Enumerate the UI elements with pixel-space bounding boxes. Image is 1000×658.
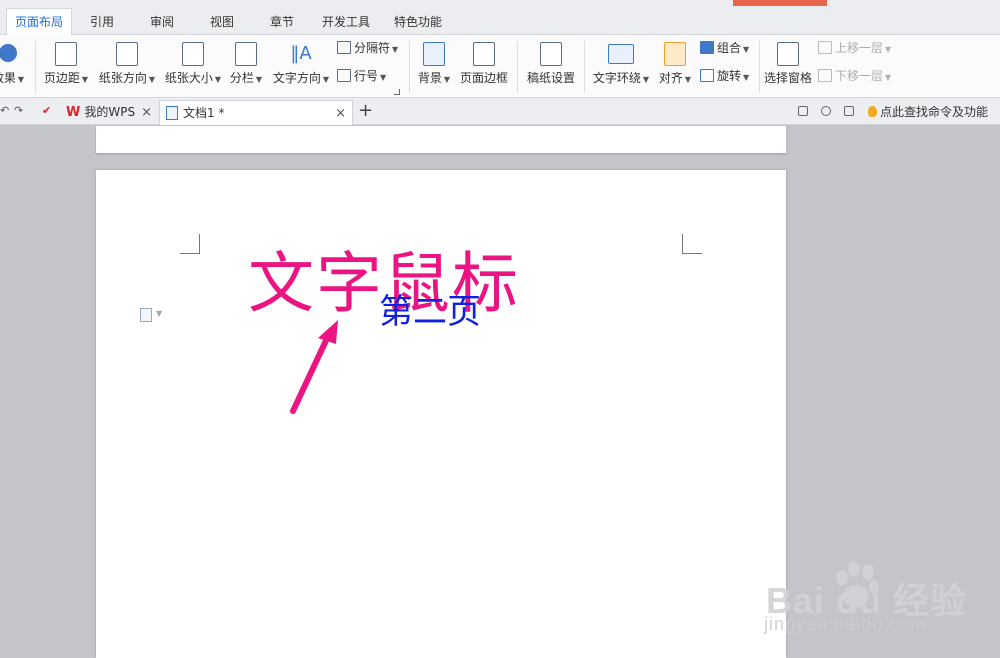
text-direction-icon: ‖A (290, 43, 312, 64)
send-backward-icon (818, 69, 832, 82)
line-number-icon (337, 69, 351, 82)
text-wrap-button[interactable]: 文字环绕 ▼ (590, 35, 652, 97)
text-wrap-label: 文字环绕 (592, 71, 641, 85)
bring-forward-button[interactable]: 上移一层 ▼ (818, 39, 891, 57)
effects-icon (0, 44, 17, 62)
selection-pane-button[interactable]: 选择窗格 (763, 35, 813, 97)
background-label: 背景 (417, 71, 442, 85)
page-text[interactable]: 第二页 (379, 292, 481, 333)
window-icon[interactable] (798, 106, 808, 116)
align-button[interactable]: 对齐 ▼ (656, 35, 694, 97)
align-label: 对齐 (658, 71, 683, 85)
watermark-url: jingyan.baidu.com (764, 614, 927, 634)
new-tab-icon[interactable]: + (358, 100, 373, 121)
columns-button[interactable]: 分栏 ▼ (228, 35, 264, 97)
rotate-button[interactable]: 旋转 ▼ (700, 67, 749, 85)
text-direction-button[interactable]: ‖A 文字方向 ▼ (270, 35, 332, 97)
bring-forward-icon (818, 41, 832, 54)
align-icon (664, 42, 686, 66)
find-command-label: 点此查找命令及功能 (880, 105, 989, 119)
tab-document1-label: 文档1 * (183, 106, 225, 120)
text-wrap-icon (608, 44, 634, 64)
page-size-button[interactable]: 纸张大小 ▼ (162, 35, 224, 97)
page-size-label: 纸张大小 (164, 71, 213, 85)
separator-button[interactable]: 分隔符 ▼ (337, 39, 398, 57)
close-icon[interactable]: × (335, 101, 346, 126)
group-label: 组合 (717, 41, 742, 55)
watermark: Bai du 经验 jingyan.baidu.com (762, 560, 992, 650)
selection-pane-icon (777, 42, 799, 66)
ribbon: 效果▼ 页边距▼ 纸张方向▼ 纸张大小▼ 分栏▼ ‖A 文字方向▼ 分隔符▼ 行… (0, 35, 1000, 98)
page-size-icon (182, 42, 204, 66)
group-icon (700, 41, 714, 54)
redo-icon[interactable]: ↷ (14, 104, 23, 117)
title-accent-strip (733, 0, 827, 6)
orientation-label: 纸张方向 (98, 71, 147, 85)
selection-pane-label: 选择窗格 (763, 71, 812, 85)
undo-icon[interactable]: ↶ (0, 104, 9, 117)
rotate-icon (700, 69, 714, 82)
tab-references[interactable]: 引用 (82, 9, 122, 35)
tab-section[interactable]: 章节 (262, 9, 302, 35)
previous-page[interactable] (96, 126, 786, 153)
orientation-button[interactable]: 纸张方向 ▼ (96, 35, 158, 97)
chevron-down-icon[interactable]: ▼ (156, 309, 162, 318)
columns-label: 分栏 (229, 71, 254, 85)
tab-view[interactable]: 视图 (202, 9, 242, 35)
paragraph-icon[interactable] (140, 308, 152, 322)
wps-logo-icon: W (66, 105, 81, 120)
page-border-button[interactable]: 页面边框 (458, 35, 510, 97)
text-direction-label: 文字方向 (272, 71, 321, 85)
separator-icon (337, 41, 351, 54)
rotate-label: 旋转 (717, 69, 742, 83)
document-icon (166, 106, 178, 120)
manuscript-button[interactable]: 稿纸设置 (523, 35, 579, 97)
find-command-box[interactable]: 点此查找命令及功能 (868, 103, 988, 120)
margins-button[interactable]: 页边距 ▼ (42, 35, 90, 97)
send-backward-label: 下移一层 (835, 69, 884, 83)
orientation-icon (116, 42, 138, 66)
tab-special-features[interactable]: 特色功能 (386, 9, 450, 35)
margins-icon (55, 42, 77, 66)
group-button[interactable]: 组合 ▼ (700, 39, 749, 57)
manuscript-label: 稿纸设置 (526, 71, 575, 85)
margins-label: 页边距 (43, 71, 80, 85)
bring-forward-label: 上移一层 (835, 41, 884, 55)
manuscript-icon (540, 42, 562, 66)
comment-icon[interactable] (844, 106, 854, 116)
line-number-button[interactable]: 行号 ▼ (337, 67, 386, 85)
dialog-launcher-icon[interactable] (394, 89, 400, 95)
arrow-icon (290, 320, 338, 414)
page-border-icon (473, 42, 495, 66)
customize-toolbar-icon[interactable]: ✔ (42, 104, 51, 117)
tab-developer[interactable]: 开发工具 (314, 9, 378, 35)
crop-mark-left (180, 234, 200, 254)
line-number-label: 行号 (354, 69, 379, 83)
menu-bar: 页面布局 引用 审阅 视图 章节 开发工具 特色功能 (0, 0, 1000, 36)
separator-label: 分隔符 (354, 41, 391, 55)
close-icon[interactable]: × (141, 100, 152, 125)
crop-mark-right (682, 234, 702, 254)
columns-icon (235, 42, 257, 66)
effects-label: 效果 (0, 71, 16, 85)
document-page[interactable]: ▼ 文字鼠标 第二页 (96, 170, 786, 658)
lightbulb-icon (868, 106, 877, 117)
effects-button[interactable]: 效果▼ (0, 35, 28, 97)
tab-my-wps-label: 我的WPS (84, 105, 136, 119)
tab-my-wps[interactable]: W 我的WPS × (60, 100, 158, 125)
background-button[interactable]: 背景 ▼ (414, 35, 454, 97)
tab-document1[interactable]: 文档1 * × (159, 100, 353, 125)
page-border-label: 页面边框 (459, 71, 508, 85)
tab-review[interactable]: 审阅 (142, 9, 182, 35)
send-backward-button[interactable]: 下移一层 ▼ (818, 67, 891, 85)
share-icon[interactable] (821, 106, 831, 116)
tab-page-layout[interactable]: 页面布局 (6, 8, 73, 36)
background-icon (423, 42, 445, 66)
